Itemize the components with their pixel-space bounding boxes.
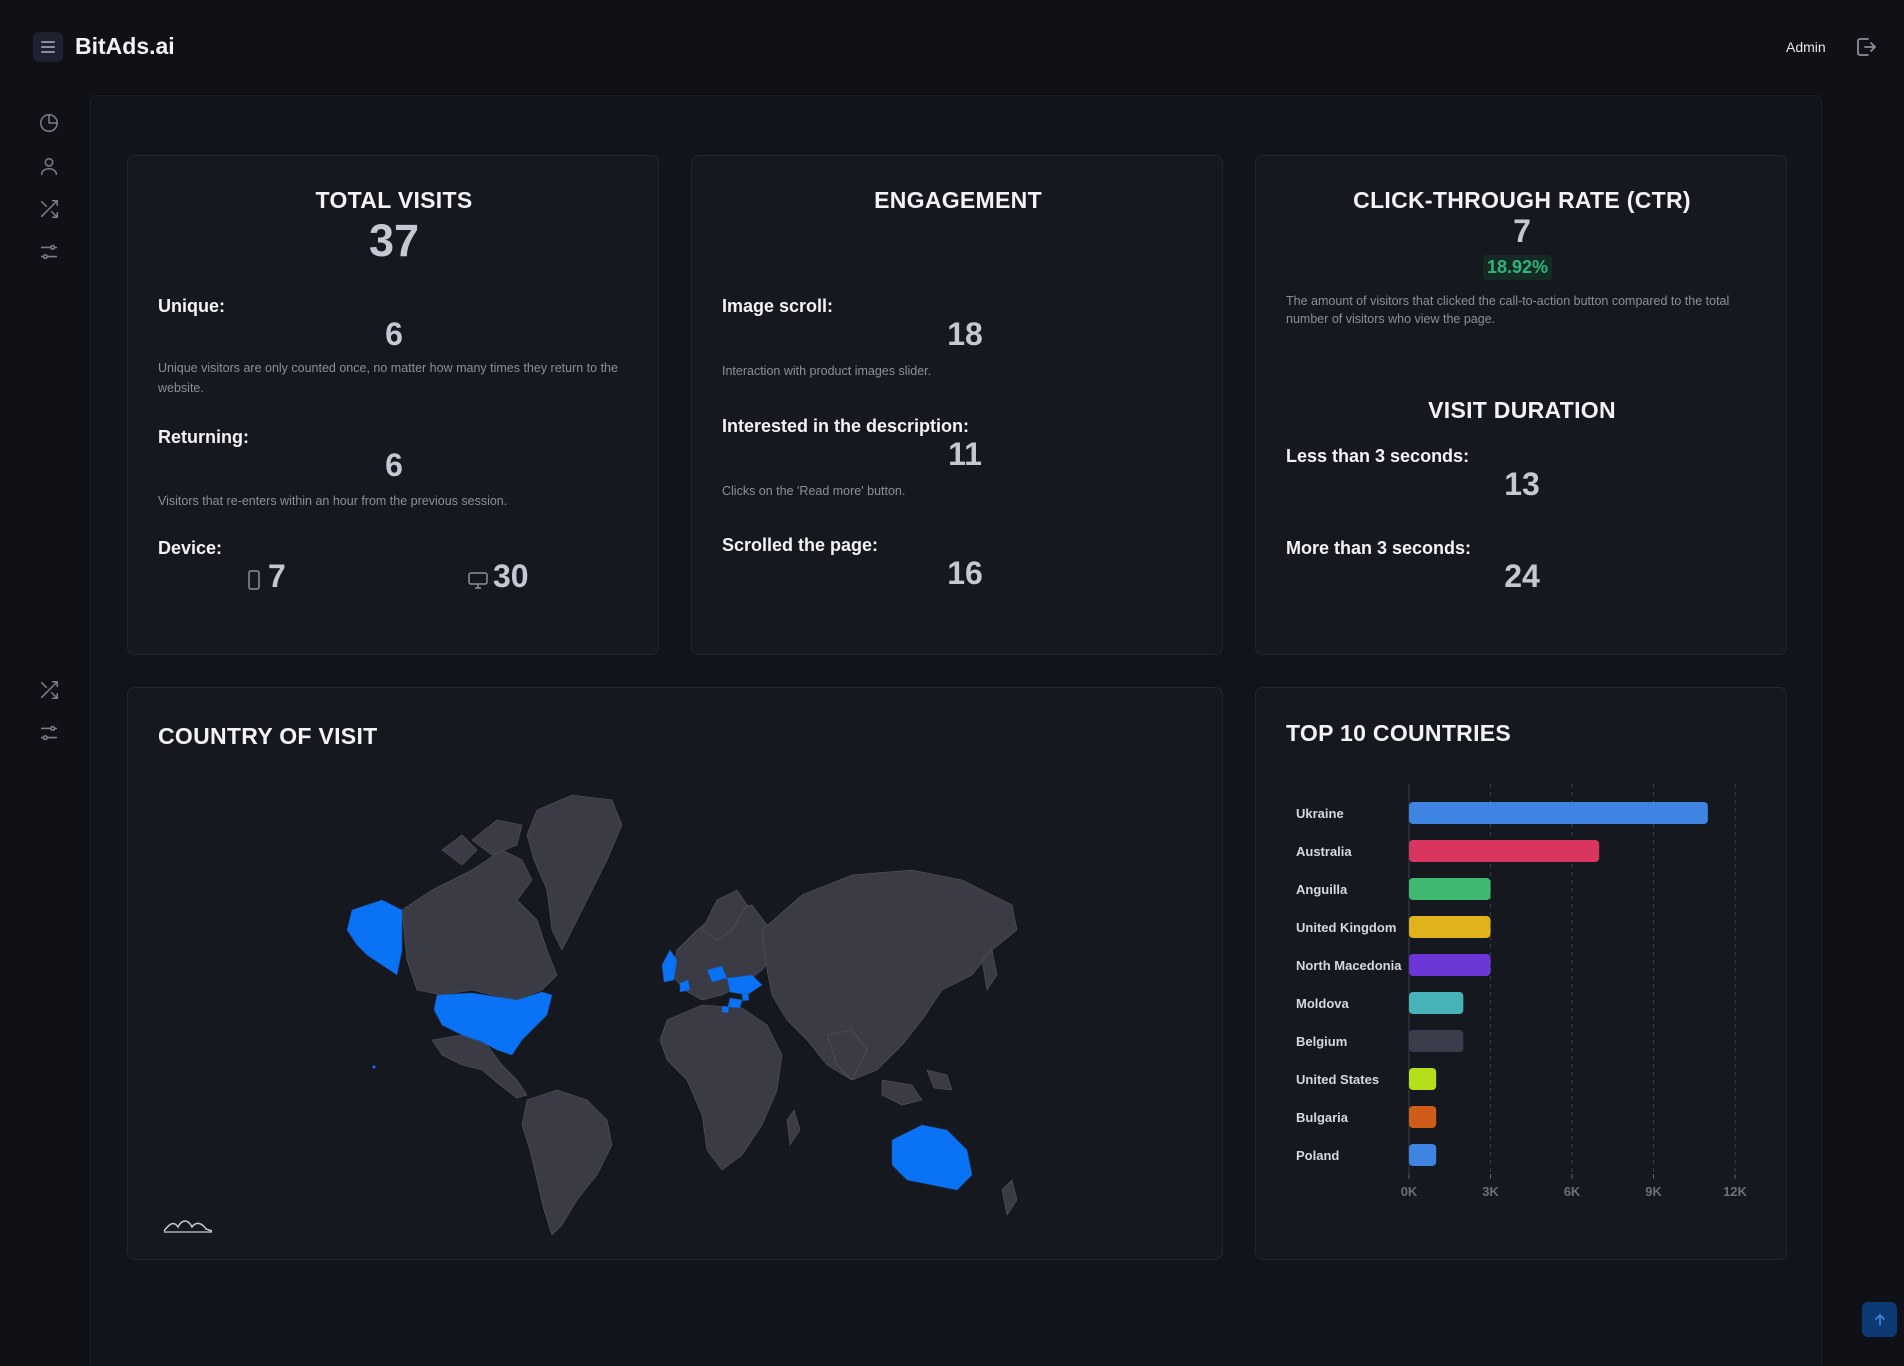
- desktop-count: 30: [493, 558, 529, 594]
- category-label: United Kingdom: [1296, 920, 1396, 935]
- mobile-icon: [248, 570, 260, 590]
- shuffle-icon[interactable]: [38, 198, 60, 220]
- pie-chart-icon[interactable]: [38, 112, 60, 134]
- logout-icon[interactable]: [1854, 35, 1878, 59]
- total-visits-title: TOTAL VISITS: [315, 187, 473, 213]
- image-scroll-value: 18: [947, 316, 983, 352]
- app-title: BitAds.ai: [75, 33, 175, 59]
- top-bar: BitAds.ai Admin: [0, 0, 1904, 95]
- bar[interactable]: [1409, 916, 1491, 938]
- unique-description: Unique visitors are only counted once, n…: [158, 361, 618, 395]
- bar[interactable]: [1409, 802, 1708, 824]
- total-visits-value: 37: [368, 215, 420, 266]
- bar[interactable]: [1409, 840, 1600, 862]
- category-label: Bulgaria: [1296, 1110, 1349, 1125]
- map-region-australia[interactable]: [891, 1124, 973, 1191]
- image-scroll-description: Interaction with product images slider.: [722, 364, 932, 378]
- returning-label: Returning:: [158, 427, 249, 447]
- more-than-value: 24: [1504, 558, 1540, 594]
- unique-label: Unique:: [158, 296, 225, 316]
- engagement-card: ENGAGEMENT Image scroll: 18 Interaction …: [691, 155, 1223, 655]
- user-menu[interactable]: Admin: [1786, 39, 1826, 55]
- top-countries-title: TOP 10 COUNTRIES: [1286, 720, 1512, 746]
- returning-value: 6: [385, 447, 403, 483]
- map-region-bulgaria[interactable]: [727, 997, 743, 1009]
- ctr-title: CLICK-THROUGH RATE (CTR): [1353, 187, 1691, 213]
- engagement-title: ENGAGEMENT: [874, 187, 1042, 213]
- world-map[interactable]: [322, 780, 1022, 1240]
- ctr-percent-badge: 18.92%: [1483, 255, 1553, 280]
- description-value: 11: [948, 436, 982, 472]
- description-label: Interested in the description:: [722, 416, 970, 436]
- map-region-alaska[interactable]: [346, 899, 403, 976]
- less-than-value: 13: [1504, 466, 1540, 502]
- less-than-label: Less than 3 seconds:: [1286, 446, 1470, 466]
- category-label: United States: [1296, 1072, 1379, 1087]
- sliders-icon[interactable]: [38, 722, 60, 744]
- ctr-value: 7: [1513, 213, 1531, 249]
- map-region-south-america[interactable]: [521, 1089, 613, 1236]
- map-logo-icon: [163, 1220, 213, 1233]
- returning-description: Visitors that re-enters within an hour f…: [158, 494, 508, 508]
- category-label: Ukraine: [1296, 806, 1344, 821]
- user-icon[interactable]: [38, 155, 60, 177]
- bar[interactable]: [1409, 1030, 1464, 1052]
- bar[interactable]: [1409, 1068, 1437, 1090]
- arrow-up-icon: [1874, 1313, 1885, 1326]
- category-label: Moldova: [1296, 996, 1349, 1011]
- mobile-count: 7: [268, 558, 286, 594]
- scrolled-value: 16: [947, 555, 983, 591]
- x-tick-label: 6K: [1564, 1184, 1581, 1199]
- map-region-asia[interactable]: [761, 869, 1018, 1081]
- bar[interactable]: [1409, 954, 1491, 976]
- x-tick-label: 9K: [1645, 1184, 1662, 1199]
- scroll-to-top-button[interactable]: [1862, 1302, 1897, 1337]
- x-tick-label: 3K: [1482, 1184, 1499, 1199]
- x-tick-label: 12K: [1723, 1184, 1747, 1199]
- ctr-description: The amount of visitors that clicked the …: [1286, 294, 1730, 326]
- bar[interactable]: [1409, 878, 1491, 900]
- menu-icon: [41, 41, 55, 53]
- sliders-icon[interactable]: [38, 241, 60, 263]
- description-description: Clicks on the 'Read more' button.: [722, 484, 906, 498]
- category-label: Belgium: [1296, 1034, 1347, 1049]
- total-visits-card: TOTAL VISITS 37 Unique: 6 Unique visitor…: [127, 155, 659, 655]
- unique-value: 6: [385, 316, 403, 352]
- device-label: Device:: [158, 538, 223, 558]
- map-region-ukraine[interactable]: [726, 974, 763, 996]
- bar[interactable]: [1409, 992, 1464, 1014]
- scrolled-label: Scrolled the page:: [722, 535, 879, 555]
- map-region-anguilla[interactable]: [372, 1065, 376, 1069]
- more-than-label: More than 3 seconds:: [1286, 538, 1472, 558]
- bar[interactable]: [1409, 1144, 1437, 1166]
- category-label: Australia: [1296, 844, 1352, 859]
- country-map-title: COUNTRY OF VISIT: [158, 723, 378, 749]
- category-label: Anguilla: [1296, 882, 1348, 897]
- shuffle-icon[interactable]: [38, 679, 60, 701]
- category-label: North Macedonia: [1296, 958, 1402, 973]
- visit-duration-title: VISIT DURATION: [1428, 397, 1616, 423]
- map-region-north-macedonia[interactable]: [721, 1005, 730, 1014]
- top-countries-bar-chart: 0K 3K 6K 9K 12K Ukraine Australia Anguilla Unite…: [1296, 784, 1748, 1199]
- category-label: Poland: [1296, 1148, 1339, 1163]
- map-region-greenland[interactable]: [526, 794, 623, 951]
- desktop-icon: [468, 572, 488, 589]
- bar[interactable]: [1409, 1106, 1437, 1128]
- map-region-moldova[interactable]: [741, 992, 750, 1002]
- x-tick-label: 0K: [1401, 1184, 1418, 1199]
- map-region-canada[interactable]: [401, 849, 558, 1001]
- image-scroll-label: Image scroll:: [722, 296, 834, 316]
- ctr-card: CLICK-THROUGH RATE (CTR) 7 18.92% The am…: [1255, 155, 1787, 655]
- map-region-africa[interactable]: [659, 1004, 783, 1171]
- menu-toggle-button[interactable]: [33, 32, 63, 62]
